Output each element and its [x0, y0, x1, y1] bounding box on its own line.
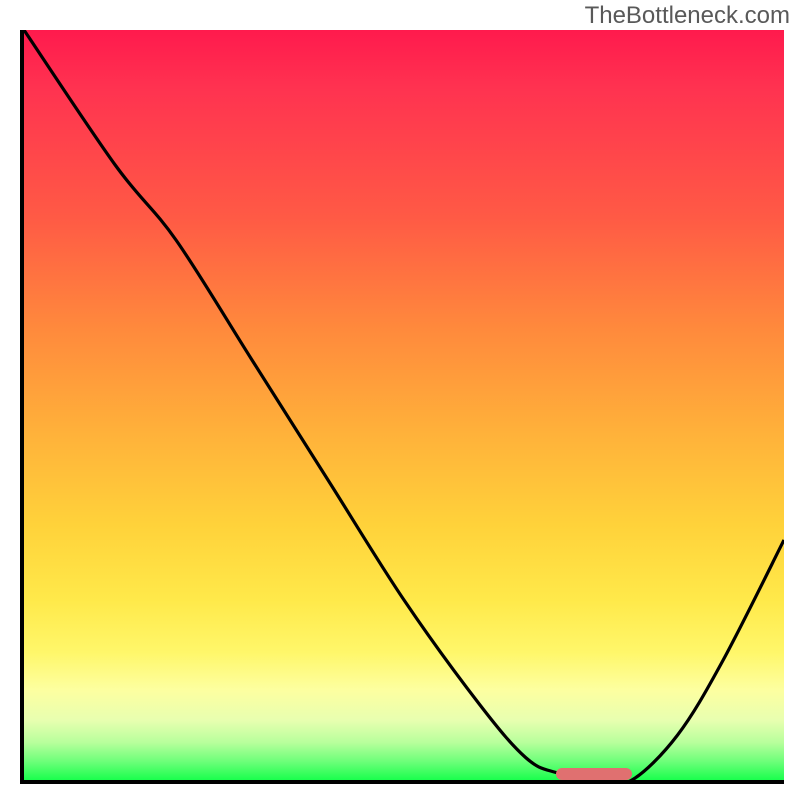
plot-area	[20, 30, 784, 784]
watermark-text: TheBottleneck.com	[585, 2, 790, 30]
optimal-range-marker	[556, 768, 632, 780]
chart-container: TheBottleneck.com	[0, 0, 800, 800]
bottleneck-curve	[24, 30, 784, 780]
curve-line	[24, 30, 784, 780]
